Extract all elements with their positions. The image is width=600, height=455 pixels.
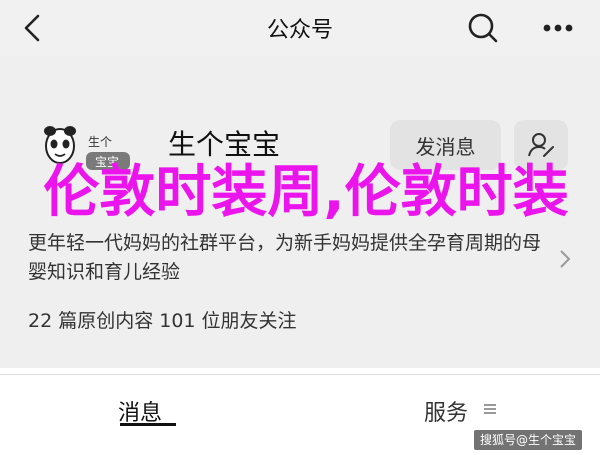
- chevron-right-icon[interactable]: [558, 248, 572, 270]
- account-name: 生个宝宝: [168, 128, 281, 161]
- person-icon: [528, 133, 554, 157]
- overlay-headline: 伦敦时装周,伦敦时装: [43, 160, 569, 225]
- tab-services[interactable]: 服务: [424, 395, 468, 427]
- search-icon[interactable]: [463, 10, 503, 46]
- watermark: 搜狐号@生个宝宝: [474, 430, 583, 450]
- more-icon[interactable]: [538, 10, 578, 46]
- page-title: 公众号: [266, 18, 333, 43]
- account-description: 更年轻一代妈妈的社群平台，为新手妈妈提供全孕育周期的母婴知识和育儿经验: [28, 232, 542, 283]
- menu-icon: [484, 404, 496, 414]
- svg-text:生个: 生个: [88, 135, 112, 149]
- account-stats: 22 篇原创内容 101 位朋友关注: [28, 310, 297, 332]
- active-tab-indicator: [120, 423, 176, 426]
